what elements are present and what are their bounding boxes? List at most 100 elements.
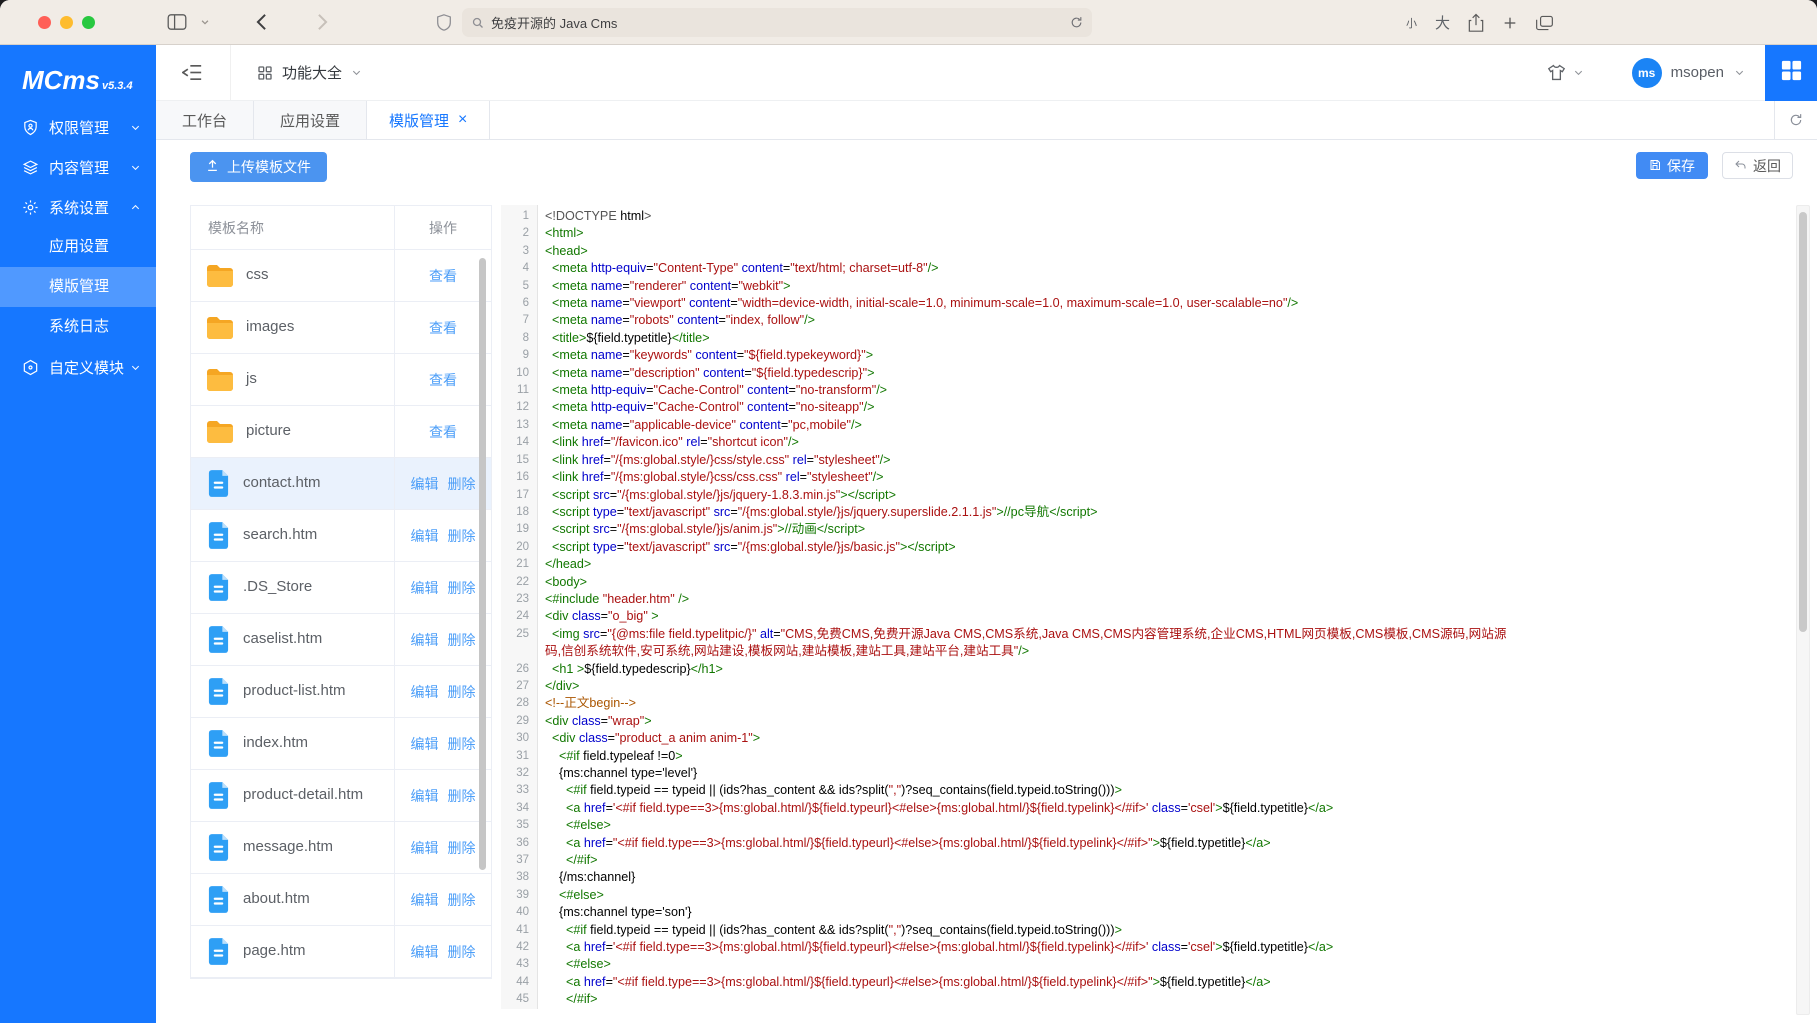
share-icon[interactable] xyxy=(1468,13,1484,32)
edit-link[interactable]: 编辑 xyxy=(411,578,439,598)
code-text[interactable]: <meta name="description" content="${fiel… xyxy=(537,365,1521,382)
code-text[interactable]: {/ms:channel} xyxy=(537,869,1521,886)
text-smaller-button[interactable]: 小 xyxy=(1406,15,1417,31)
forward-icon[interactable] xyxy=(317,13,328,31)
table-row[interactable]: index.htm编辑删除 xyxy=(191,718,491,770)
delete-link[interactable]: 删除 xyxy=(448,578,476,598)
table-row[interactable]: product-detail.htm编辑删除 xyxy=(191,770,491,822)
theme-icon[interactable] xyxy=(1547,64,1566,81)
code-text[interactable]: <!--正文begin--> xyxy=(537,695,1521,712)
edit-link[interactable]: 编辑 xyxy=(411,630,439,650)
chevron-down-icon[interactable] xyxy=(1734,67,1745,78)
table-row[interactable]: contact.htm编辑删除 xyxy=(191,458,491,510)
table-row[interactable]: about.htm编辑删除 xyxy=(191,874,491,926)
apps-launcher-button[interactable] xyxy=(1765,45,1817,101)
delete-link[interactable]: 删除 xyxy=(448,474,476,494)
sidebar-item[interactable]: 自定义模块 xyxy=(0,347,156,387)
privacy-shield-icon[interactable] xyxy=(437,14,451,31)
save-button[interactable]: 保存 xyxy=(1636,152,1708,179)
view-link[interactable]: 查看 xyxy=(429,266,457,286)
code-text[interactable]: </#if> xyxy=(537,852,1521,869)
code-text[interactable]: <#if field.typeleaf !=0> xyxy=(537,748,1521,765)
code-text[interactable]: <meta name="viewport" content="width=dev… xyxy=(537,295,1521,312)
text-larger-button[interactable]: 大 xyxy=(1435,12,1450,33)
sidebar-toggle-icon[interactable] xyxy=(167,14,187,30)
delete-link[interactable]: 删除 xyxy=(448,526,476,546)
sidebar-subitem[interactable]: 模版管理 xyxy=(0,267,156,307)
code-text[interactable]: <script type="text/javascript" src="/{ms… xyxy=(537,504,1521,521)
code-text[interactable]: <link href="/{ms:global.style/}css/css.c… xyxy=(537,469,1521,486)
sidebar-item[interactable]: 权限管理 xyxy=(0,107,156,147)
sidebar-item[interactable]: 系统设置 xyxy=(0,187,156,227)
minimize-window-button[interactable] xyxy=(60,16,73,29)
delete-link[interactable]: 删除 xyxy=(448,942,476,962)
edit-link[interactable]: 编辑 xyxy=(411,890,439,910)
code-text[interactable]: <script src="/{ms:global.style/}js/jquer… xyxy=(537,487,1521,504)
code-text[interactable]: <link href="/{ms:global.style/}css/style… xyxy=(537,452,1521,469)
view-link[interactable]: 查看 xyxy=(429,318,457,338)
code-text[interactable]: {ms:channel type='level'} xyxy=(537,765,1521,782)
delete-link[interactable]: 删除 xyxy=(448,630,476,650)
edit-link[interactable]: 编辑 xyxy=(411,682,439,702)
table-row[interactable]: caselist.htm编辑删除 xyxy=(191,614,491,666)
sidebar-item[interactable]: 内容管理 xyxy=(0,147,156,187)
features-menu[interactable]: 功能大全 xyxy=(257,62,362,83)
edit-link[interactable]: 编辑 xyxy=(411,734,439,754)
back-button[interactable]: 返回 xyxy=(1722,152,1793,179)
sidebar-subitem[interactable]: 应用设置 xyxy=(0,227,156,267)
table-row[interactable]: js查看 xyxy=(191,354,491,406)
table-row[interactable]: picture查看 xyxy=(191,406,491,458)
new-tab-icon[interactable] xyxy=(1502,15,1518,31)
code-text[interactable]: <meta name="keywords" content="${field.t… xyxy=(537,347,1521,364)
code-text[interactable]: <meta name="robots" content="index, foll… xyxy=(537,312,1521,329)
code-text[interactable]: <#if field.typeid == typeid || (ids?has_… xyxy=(537,782,1521,799)
address-bar[interactable]: 免疫开源的 Java Cms xyxy=(462,8,1092,37)
code-text[interactable]: </#if> xyxy=(537,991,1521,1008)
code-text[interactable]: <title>${field.typetitle}</title> xyxy=(537,330,1521,347)
code-text[interactable]: <#include "header.htm" /> xyxy=(537,591,1521,608)
delete-link[interactable]: 删除 xyxy=(448,838,476,858)
delete-link[interactable]: 删除 xyxy=(448,682,476,702)
edit-link[interactable]: 编辑 xyxy=(411,786,439,806)
tab[interactable]: 工作台 xyxy=(156,101,254,139)
close-window-button[interactable] xyxy=(38,16,51,29)
tab[interactable]: 应用设置 xyxy=(254,101,367,139)
table-row[interactable]: message.htm编辑删除 xyxy=(191,822,491,874)
code-text[interactable]: <a href="<#if field.type==3>{ms:global.h… xyxy=(537,835,1521,852)
code-editor[interactable]: 1<!DOCTYPE html>2<html>3<head>4 <meta ht… xyxy=(501,205,1521,1009)
editor-scrollbar-thumb[interactable] xyxy=(1799,212,1807,632)
code-text[interactable]: <meta name="applicable-device" content="… xyxy=(537,417,1521,434)
code-text[interactable]: <div class="wrap"> xyxy=(537,713,1521,730)
code-text[interactable]: <body> xyxy=(537,574,1521,591)
code-text[interactable]: <!DOCTYPE html> xyxy=(537,208,1521,225)
code-text[interactable]: </div> xyxy=(537,678,1521,695)
code-text[interactable]: <#if field.typeid == typeid || (ids?has_… xyxy=(537,922,1521,939)
delete-link[interactable]: 删除 xyxy=(448,734,476,754)
close-tab-icon[interactable]: × xyxy=(458,112,467,128)
delete-link[interactable]: 删除 xyxy=(448,890,476,910)
view-link[interactable]: 查看 xyxy=(429,422,457,442)
tab[interactable]: 模版管理× xyxy=(367,101,490,139)
code-text[interactable]: <img src="{@ms:file field.typelitpic/}" … xyxy=(537,626,1521,661)
code-text[interactable]: <#else> xyxy=(537,956,1521,973)
chevron-down-icon[interactable] xyxy=(200,17,210,27)
avatar[interactable]: ms xyxy=(1632,58,1662,88)
code-text[interactable]: <a href='<#if field.type==3>{ms:global.h… xyxy=(537,939,1521,956)
code-text[interactable]: <script type="text/javascript" src="/{ms… xyxy=(537,539,1521,556)
delete-link[interactable]: 删除 xyxy=(448,786,476,806)
code-text[interactable]: <html> xyxy=(537,225,1521,242)
code-text[interactable]: <meta http-equiv="Content-Type" content=… xyxy=(537,260,1521,277)
code-text[interactable]: <h1 >${field.typedescrip}</h1> xyxy=(537,661,1521,678)
code-text[interactable]: <script src="/{ms:global.style/}js/anim.… xyxy=(537,521,1521,538)
edit-link[interactable]: 编辑 xyxy=(411,526,439,546)
edit-link[interactable]: 编辑 xyxy=(411,838,439,858)
code-text[interactable]: <meta http-equiv="Cache-Control" content… xyxy=(537,382,1521,399)
code-text[interactable]: <head> xyxy=(537,243,1521,260)
code-text[interactable]: <meta http-equiv="Cache-Control" content… xyxy=(537,399,1521,416)
upload-template-button[interactable]: 上传模板文件 xyxy=(190,152,327,182)
file-list-scrollbar[interactable] xyxy=(479,258,486,870)
chevron-down-icon[interactable] xyxy=(1573,67,1584,78)
view-link[interactable]: 查看 xyxy=(429,370,457,390)
table-row[interactable]: .DS_Store编辑删除 xyxy=(191,562,491,614)
code-text[interactable]: <meta name="renderer" content="webkit"> xyxy=(537,278,1521,295)
